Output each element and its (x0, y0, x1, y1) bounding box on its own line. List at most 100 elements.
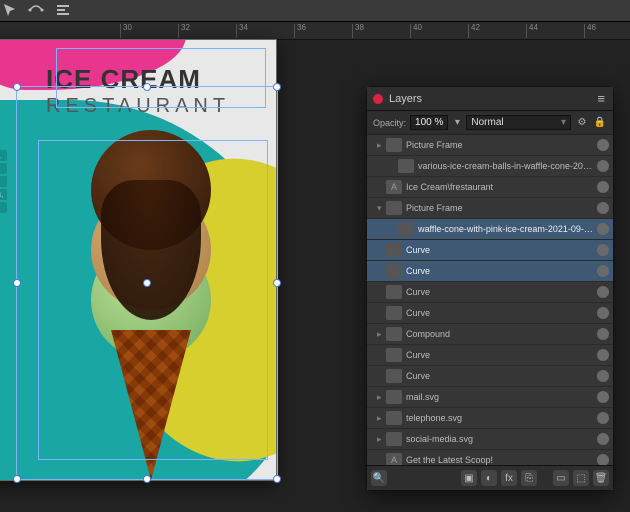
blend-mode-select[interactable]: Normal (466, 115, 571, 130)
inner-selection-1 (38, 140, 268, 460)
layer-thumbnail (386, 264, 402, 278)
visibility-toggle[interactable] (597, 223, 609, 235)
layer-options-gear-icon[interactable]: ⚙ (575, 117, 589, 128)
layer-thumbnail (386, 285, 402, 299)
layer-thumbnail (386, 243, 402, 257)
disclosure-arrow-icon[interactable]: ▸ (377, 413, 386, 424)
layer-thumbnail (386, 432, 402, 446)
layer-row[interactable]: Curve (367, 261, 613, 282)
layer-row[interactable]: AIce Cream\frestaurant (367, 177, 613, 198)
layer-name[interactable]: Curve (406, 371, 593, 381)
add-layer-icon[interactable]: ▣ (461, 470, 477, 486)
visibility-toggle[interactable] (597, 181, 609, 193)
layer-row[interactable]: waffle-cone-with-pink-ice-cream-2021-09-… (367, 219, 613, 240)
layer-name[interactable]: Curve (406, 245, 593, 255)
resize-handle-w[interactable] (13, 279, 21, 287)
opacity-row: Opacity: 100 % ▾ Normal ⚙ 🔒 (367, 111, 613, 135)
layer-name[interactable]: Compound (406, 329, 593, 339)
layer-name[interactable]: various-ice-cream-balls-in-waffle-cone-2… (418, 161, 593, 171)
ruler-tick: 40 (410, 24, 411, 38)
layers-panel[interactable]: Layers ≡ Opacity: 100 % ▾ Normal ⚙ 🔒 ▸ Pi… (366, 86, 614, 491)
group-layer-icon[interactable]: ▭ (553, 470, 569, 486)
visibility-toggle[interactable] (597, 286, 609, 298)
resize-handle-nw[interactable] (13, 83, 21, 91)
layer-row[interactable]: ▸ Picture Frame (367, 135, 613, 156)
visibility-toggle[interactable] (597, 139, 609, 151)
layer-name[interactable]: Get the Latest Scoop! (406, 455, 593, 465)
layer-name[interactable]: Curve (406, 287, 593, 297)
opacity-step-down[interactable]: ▾ (452, 117, 462, 128)
layer-name[interactable]: Picture Frame (406, 203, 593, 213)
resize-handle-s[interactable] (143, 475, 151, 483)
layer-thumbnail (386, 327, 402, 341)
layer-name[interactable]: waffle-cone-with-pink-ice-cream-2021-09-… (418, 224, 593, 234)
visibility-toggle[interactable] (597, 349, 609, 361)
left-clipped-tabs: ics, s, is, ces, s (0, 150, 7, 213)
layer-row[interactable]: ▸ Compound (367, 324, 613, 345)
layer-row[interactable]: ▸ telephone.svg (367, 408, 613, 429)
layer-name[interactable]: Curve (406, 266, 593, 276)
layer-thumbnail (386, 390, 402, 404)
layer-row[interactable]: Curve (367, 303, 613, 324)
fx-layer-icon[interactable]: fx (501, 470, 517, 486)
disclosure-arrow-icon[interactable]: ▾ (377, 203, 386, 214)
layers-panel-footer: 🔍 ▣ ◐ fx ⎘ ▭ ⬚ 🗑 (367, 465, 613, 490)
layers-panel-header[interactable]: Layers ≡ (367, 87, 613, 111)
layer-rows: ▸ Picture Frame various-ice-cream-balls-in… (367, 135, 613, 465)
delete-layer-icon[interactable]: 🗑 (593, 470, 609, 486)
visibility-toggle[interactable] (597, 433, 609, 445)
layer-row[interactable]: ▸ mail.svg (367, 387, 613, 408)
panel-close-icon[interactable] (373, 94, 383, 104)
layer-name[interactable]: mail.svg (406, 392, 593, 402)
visibility-toggle[interactable] (597, 454, 609, 465)
visibility-toggle[interactable] (597, 328, 609, 340)
ruler-tick: 44 (526, 24, 527, 38)
visibility-toggle[interactable] (597, 244, 609, 256)
tool-align-icon[interactable] (55, 2, 73, 20)
search-layers-icon[interactable]: 🔍 (371, 470, 387, 486)
panel-menu-icon[interactable]: ≡ (595, 91, 607, 106)
layer-row[interactable]: Curve (367, 282, 613, 303)
layer-name[interactable]: Picture Frame (406, 140, 593, 150)
layer-row[interactable]: various-ice-cream-balls-in-waffle-cone-2… (367, 156, 613, 177)
resize-handle-e[interactable] (273, 279, 281, 287)
layer-row[interactable]: AGet the Latest Scoop! (367, 450, 613, 465)
layer-row[interactable]: Curve (367, 366, 613, 387)
layer-name[interactable]: social-media.svg (406, 434, 593, 444)
opacity-value[interactable]: 100 % (410, 115, 448, 130)
tool-selection-icon[interactable] (2, 2, 20, 20)
resize-handle-sw[interactable] (13, 475, 21, 483)
disclosure-arrow-icon[interactable]: ▸ (377, 392, 386, 403)
disclosure-arrow-icon[interactable]: ▸ (377, 434, 386, 445)
layer-name[interactable]: Ice Cream\frestaurant (406, 182, 593, 192)
visibility-toggle[interactable] (597, 370, 609, 382)
mask-layer-icon[interactable]: ◐ (481, 470, 497, 486)
clip-layer-icon[interactable]: ⬚ (573, 470, 589, 486)
resize-handle-ne[interactable] (273, 83, 281, 91)
resize-handle-se[interactable] (273, 475, 281, 483)
layer-row[interactable]: Curve (367, 240, 613, 261)
visibility-toggle[interactable] (597, 265, 609, 277)
layer-row[interactable]: Curve (367, 345, 613, 366)
layer-name[interactable]: telephone.svg (406, 413, 593, 423)
layer-name[interactable]: Curve (406, 350, 593, 360)
disclosure-arrow-icon[interactable]: ▸ (377, 140, 386, 151)
layer-thumbnail (386, 411, 402, 425)
visibility-toggle[interactable] (597, 160, 609, 172)
tool-node-icon[interactable] (28, 2, 46, 20)
link-layer-icon[interactable]: ⎘ (521, 470, 537, 486)
top-toolbar (0, 0, 630, 22)
layer-row[interactable]: ▾ Picture Frame (367, 198, 613, 219)
panel-title: Layers (389, 93, 595, 105)
visibility-toggle[interactable] (597, 412, 609, 424)
layer-row[interactable]: ▸ social-media.svg (367, 429, 613, 450)
disclosure-arrow-icon[interactable]: ▸ (377, 329, 386, 340)
layer-name[interactable]: Curve (406, 308, 593, 318)
visibility-toggle[interactable] (597, 391, 609, 403)
layer-thumbnail (386, 369, 402, 383)
visibility-toggle[interactable] (597, 202, 609, 214)
inner-selection-2 (56, 48, 266, 108)
visibility-toggle[interactable] (597, 307, 609, 319)
layer-lock-icon[interactable]: 🔒 (593, 117, 607, 128)
layer-thumbnail (386, 201, 402, 215)
